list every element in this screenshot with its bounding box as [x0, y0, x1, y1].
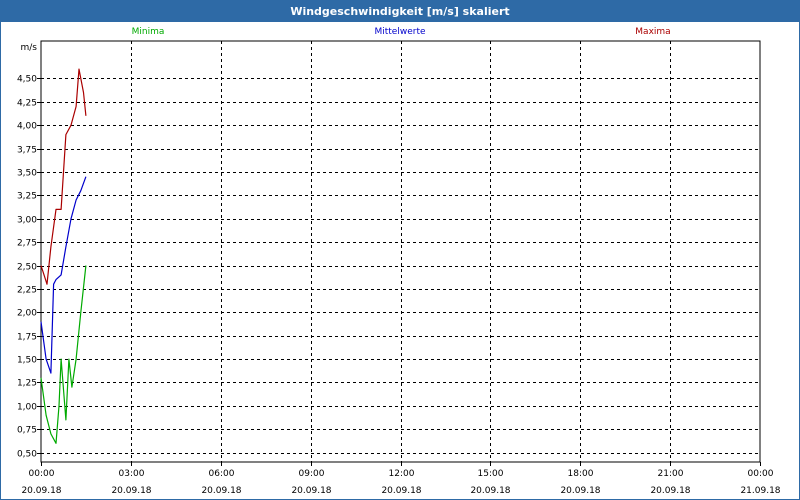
y-tick-label: 0,50	[17, 450, 37, 460]
x-tick-date: 20.09.18	[291, 486, 331, 496]
y-tick-label: 4,50	[17, 75, 37, 85]
y-tick-label: 2,25	[17, 286, 37, 296]
legend-minima: Minima	[132, 27, 165, 37]
x-tick-date: 20.09.18	[470, 486, 510, 496]
x-tick-time: 18:00	[568, 469, 594, 479]
y-tick-label: 1,00	[17, 403, 37, 413]
x-tick-date: 20.09.18	[650, 486, 690, 496]
x-tick-date: 20.09.18	[560, 486, 600, 496]
x-tick-date: 20.09.18	[381, 486, 421, 496]
x-tick-date: 20.09.18	[111, 486, 151, 496]
x-tick-time: 12:00	[389, 469, 415, 479]
y-tick-label: 4,00	[17, 122, 37, 132]
y-tick-label: 1,75	[17, 333, 37, 343]
y-tick-label: 2,00	[17, 309, 37, 319]
window-title: Windgeschwindigkeit [m/s] skaliert	[1, 1, 799, 22]
x-tick-time: 00:00	[29, 469, 55, 479]
x-tick-date: 20.09.18	[21, 486, 61, 496]
y-tick-label: 1,25	[17, 379, 37, 389]
y-tick-label: 0,75	[17, 426, 37, 436]
chart-svg: 0,50 0,75 1,00 1,25 1,50 1,75 2,00 2,25 2,50 2,75…	[17, 27, 781, 496]
x-tick-time: 06:00	[209, 469, 235, 479]
chart-window: Windgeschwindigkeit [m/s] skaliert 0,50 0…	[0, 0, 800, 500]
x-tick-time: 00:00	[748, 469, 774, 479]
y-tick-label: 2,50	[17, 263, 37, 273]
x-tick-time: 21:00	[658, 469, 684, 479]
y-tick-label: 2,75	[17, 239, 37, 249]
y-tick-label: 4,25	[17, 99, 37, 109]
y-tick-label: 1,50	[17, 356, 37, 366]
y-tick-label: 3,50	[17, 169, 37, 179]
y-axis-label: m/s	[21, 43, 38, 53]
x-tick-time: 09:00	[299, 469, 325, 479]
x-tick-time: 15:00	[478, 469, 504, 479]
y-tick-label: 3,75	[17, 146, 37, 156]
x-tick-time: 03:00	[119, 469, 145, 479]
plot-frame	[40, 40, 761, 463]
legend-mittelwerte: Mittelwerte	[374, 27, 425, 37]
x-tick-date: 20.09.18	[201, 486, 241, 496]
y-tick-label: 3,25	[17, 192, 37, 202]
x-tick-date: 21.09.18	[740, 486, 780, 496]
legend-maxima: Maxima	[635, 27, 670, 37]
y-tick-label: 3,00	[17, 216, 37, 226]
